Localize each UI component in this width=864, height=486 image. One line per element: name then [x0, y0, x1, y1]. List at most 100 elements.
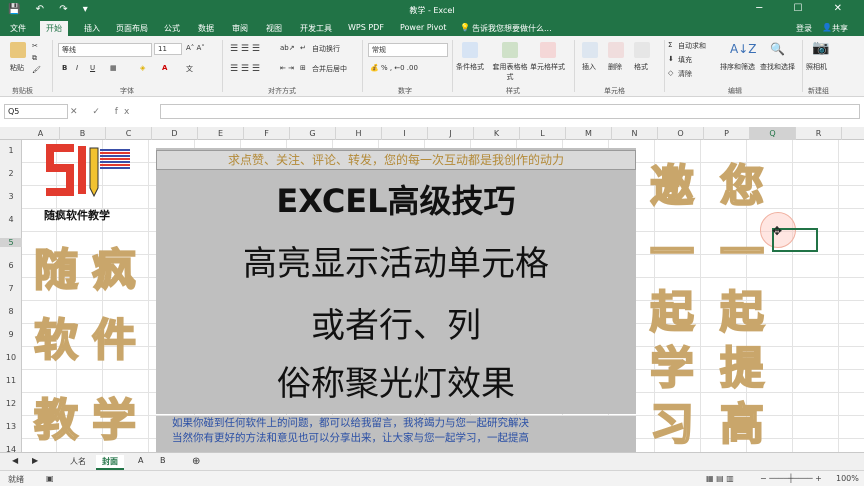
- find-select-button[interactable]: 查找和选择: [760, 62, 795, 72]
- border-icon[interactable]: ▦: [110, 64, 117, 72]
- zoom-slider[interactable]: − ────┼──── +: [760, 474, 822, 483]
- sheet-tab-a[interactable]: A: [132, 455, 149, 466]
- font-name-select[interactable]: 等线: [58, 43, 152, 57]
- cell-styles-icon[interactable]: [540, 42, 556, 58]
- row-header-2[interactable]: 2: [0, 169, 22, 178]
- sort-filter-icon[interactable]: A↓Z: [730, 42, 756, 56]
- phonetic-icon[interactable]: 文: [186, 64, 193, 74]
- paste-button[interactable]: 粘贴: [10, 63, 24, 73]
- column-header-f[interactable]: F: [244, 127, 290, 140]
- column-header-g[interactable]: G: [290, 127, 336, 140]
- tab-power-pivot[interactable]: Power Pivot: [400, 23, 446, 32]
- row-header-8[interactable]: 8: [0, 307, 22, 316]
- row-header-6[interactable]: 6: [0, 261, 22, 270]
- column-header-n[interactable]: N: [612, 127, 658, 140]
- wrap-text-button[interactable]: 自动换行: [312, 44, 340, 54]
- share-button[interactable]: 共享: [832, 23, 848, 34]
- find-select-icon[interactable]: 🔍: [770, 42, 785, 56]
- tab-data[interactable]: 数据: [198, 23, 214, 34]
- copy-icon[interactable]: ⧉: [32, 54, 37, 63]
- row-header-1[interactable]: 1: [0, 146, 22, 155]
- tab-view[interactable]: 视图: [266, 23, 282, 34]
- cut-icon[interactable]: ✂: [32, 42, 38, 50]
- format-painter-icon[interactable]: 🖌: [32, 66, 41, 74]
- tab-page-layout[interactable]: 页面布局: [116, 23, 148, 34]
- row-header-3[interactable]: 3: [0, 192, 22, 201]
- format-as-table-icon[interactable]: [502, 42, 518, 58]
- row-header-7[interactable]: 7: [0, 284, 22, 293]
- row-header-11[interactable]: 11: [0, 376, 22, 385]
- indent-icon[interactable]: ⇤ ⇥: [280, 64, 294, 72]
- name-box[interactable]: Q5: [4, 104, 68, 119]
- fill-color-icon[interactable]: ◈: [140, 64, 145, 72]
- delete-cells-button[interactable]: 删除: [608, 62, 622, 72]
- insert-cells-button[interactable]: 插入: [582, 62, 596, 72]
- column-header-c[interactable]: C: [106, 127, 152, 140]
- column-header-o[interactable]: O: [658, 127, 704, 140]
- align-top-icon[interactable]: ☰ ☰ ☰: [230, 44, 260, 54]
- merge-center-button[interactable]: 合并后居中: [312, 64, 347, 74]
- zoom-level[interactable]: 100%: [836, 474, 859, 483]
- bold-button[interactable]: B: [62, 64, 67, 72]
- tab-file[interactable]: 文件: [10, 23, 26, 34]
- orientation-icon[interactable]: ab↗: [280, 44, 295, 52]
- column-header-r[interactable]: R: [796, 127, 842, 140]
- column-header-k[interactable]: K: [474, 127, 520, 140]
- number-format-select[interactable]: 常规: [368, 43, 448, 57]
- camera-icon[interactable]: 📷: [812, 40, 829, 56]
- login-link[interactable]: 登录: [796, 23, 812, 34]
- conditional-format-button[interactable]: 条件格式: [456, 62, 484, 72]
- column-header-i[interactable]: I: [382, 127, 428, 140]
- delete-cells-icon[interactable]: [608, 42, 624, 58]
- formula-controls[interactable]: ✕ ✓ fx: [70, 107, 135, 117]
- tab-wps-pdf[interactable]: WPS PDF: [348, 23, 384, 32]
- font-size-select[interactable]: 11: [154, 43, 182, 55]
- sort-filter-button[interactable]: 排序和筛选: [720, 62, 755, 72]
- italic-button[interactable]: I: [76, 64, 78, 72]
- window-controls[interactable]: ─ ☐ ✕: [756, 3, 856, 14]
- tab-insert[interactable]: 插入: [84, 23, 100, 34]
- sheet-tab-b[interactable]: B: [154, 455, 172, 466]
- tab-developer[interactable]: 开发工具: [300, 23, 332, 34]
- format-cells-button[interactable]: 格式: [634, 62, 648, 72]
- font-color-icon[interactable]: A: [162, 64, 167, 72]
- column-header-q[interactable]: Q: [750, 127, 796, 140]
- column-header-e[interactable]: E: [198, 127, 244, 140]
- camera-button[interactable]: 照相机: [806, 62, 827, 72]
- add-sheet-icon[interactable]: ⊕: [186, 455, 206, 468]
- row-header-5[interactable]: 5: [0, 238, 22, 247]
- autosum-button[interactable]: 自动求和: [678, 41, 706, 51]
- insert-cells-icon[interactable]: [582, 42, 598, 58]
- macro-record-icon[interactable]: ▣: [46, 474, 54, 483]
- column-header-a[interactable]: A: [22, 127, 60, 140]
- formula-input[interactable]: [160, 104, 860, 119]
- fill-button[interactable]: 填充: [678, 55, 692, 65]
- sheet-tab-renming[interactable]: 人名: [64, 455, 92, 468]
- conditional-format-icon[interactable]: [462, 42, 478, 58]
- format-cells-icon[interactable]: [634, 42, 650, 58]
- tab-review[interactable]: 审阅: [232, 23, 248, 34]
- column-header-p[interactable]: P: [704, 127, 750, 140]
- paste-icon[interactable]: [10, 42, 26, 58]
- column-header-l[interactable]: L: [520, 127, 566, 140]
- sheet-nav-prev-icon[interactable]: ◀: [6, 455, 24, 466]
- sheet-tab-fengmian[interactable]: 封面: [96, 455, 124, 470]
- tab-home[interactable]: 开始: [40, 21, 68, 36]
- column-header-h[interactable]: H: [336, 127, 382, 140]
- currency-icon[interactable]: 💰 % , ←0 .00: [370, 64, 418, 72]
- row-header-4[interactable]: 4: [0, 215, 22, 224]
- clear-button[interactable]: 清除: [678, 69, 692, 79]
- grow-font-icon[interactable]: A˄ A˅: [186, 44, 205, 52]
- tell-me-search[interactable]: 告诉我您想要做什么...: [472, 23, 552, 34]
- column-header-b[interactable]: B: [60, 127, 106, 140]
- tab-formulas[interactable]: 公式: [164, 23, 180, 34]
- row-header-13[interactable]: 13: [0, 422, 22, 431]
- column-header-d[interactable]: D: [152, 127, 198, 140]
- cell-styles-button[interactable]: 单元格样式: [530, 62, 565, 72]
- column-header-j[interactable]: J: [428, 127, 474, 140]
- format-as-table-button[interactable]: 套用表格格式: [490, 62, 530, 82]
- row-header-9[interactable]: 9: [0, 330, 22, 339]
- view-normal-icon[interactable]: ▦ ▤ ▥: [706, 474, 734, 483]
- sheet-nav-next-icon[interactable]: ▶: [26, 455, 44, 466]
- underline-button[interactable]: U: [90, 64, 95, 72]
